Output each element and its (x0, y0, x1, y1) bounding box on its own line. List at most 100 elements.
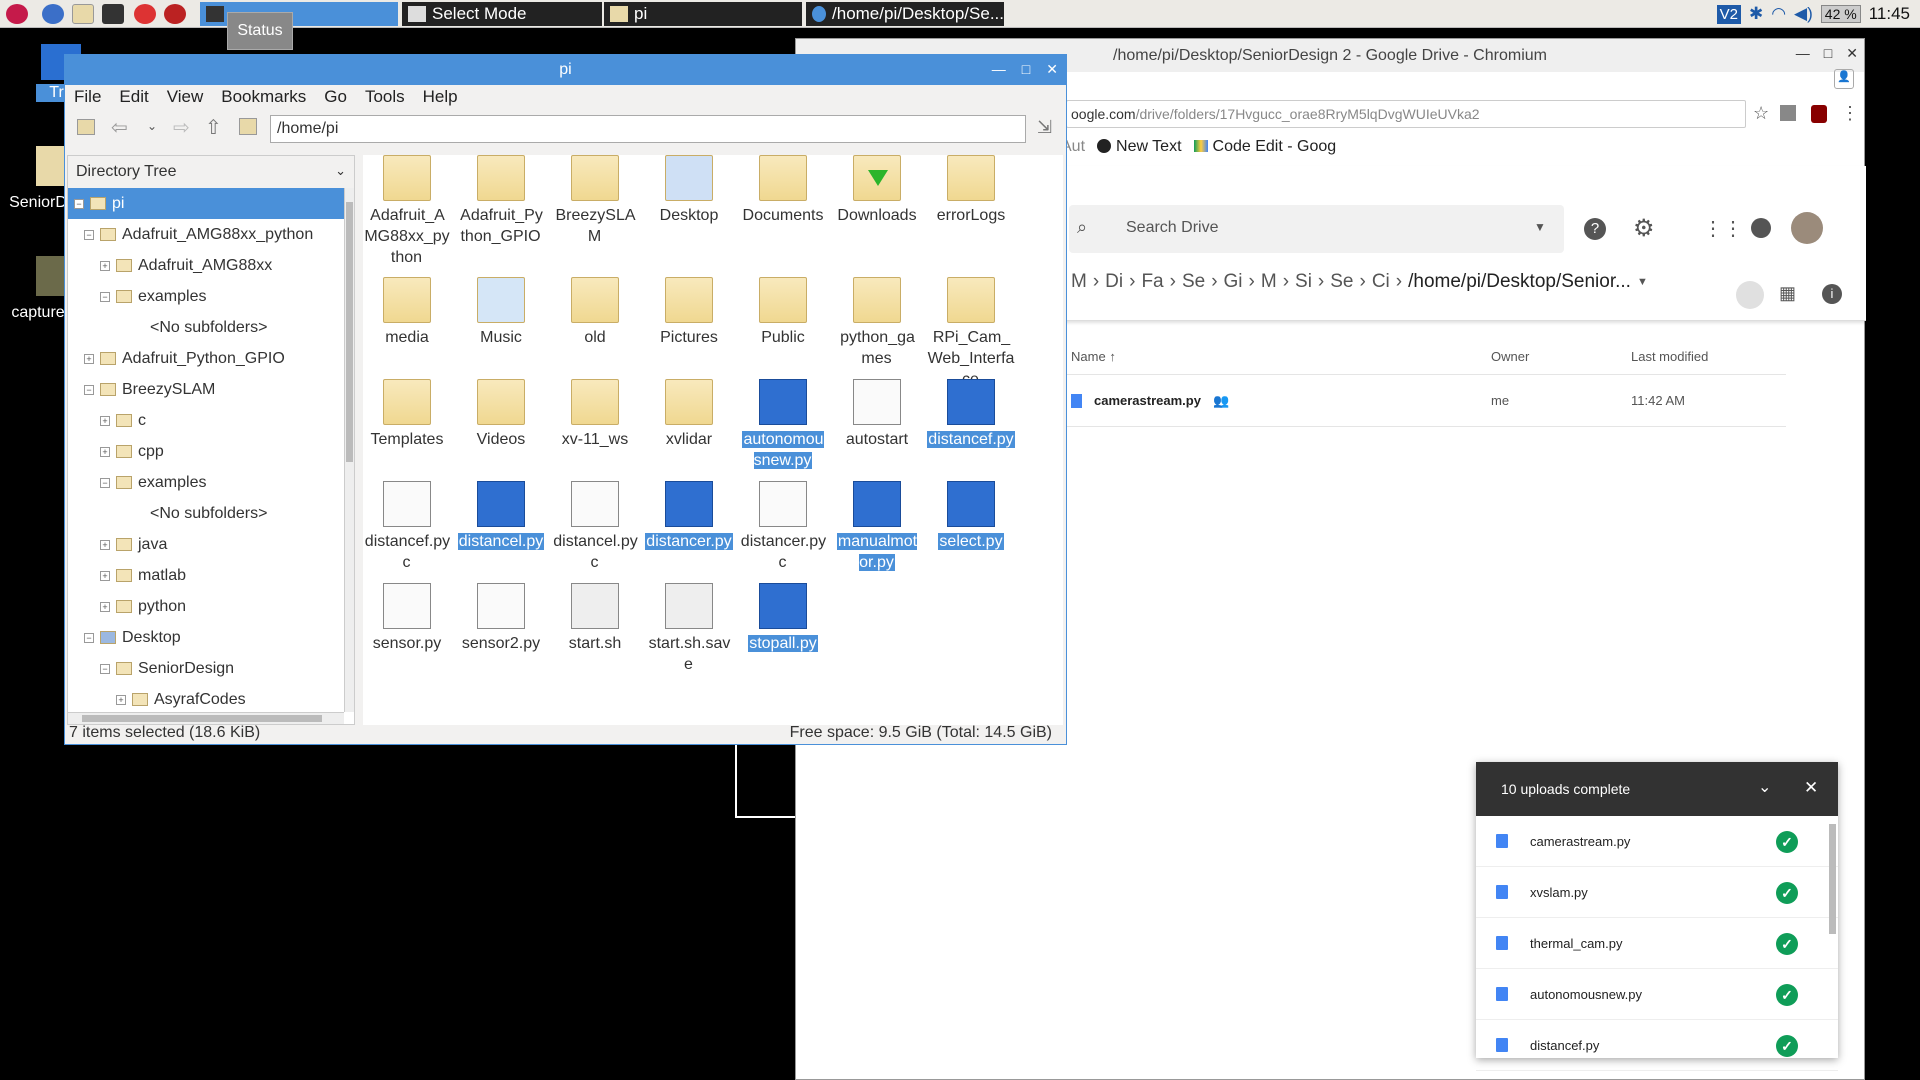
file-item[interactable]: start.sh (551, 583, 639, 654)
table-row[interactable]: camerastream.py 👥 me 11:42 AM (1061, 375, 1786, 427)
file-item[interactable]: Downloads (833, 155, 921, 226)
crumb[interactable]: Ci (1372, 271, 1390, 293)
file-item[interactable]: sensor2.py (457, 583, 545, 654)
search-input[interactable]: Search Drive (1126, 219, 1218, 237)
file-item[interactable]: Adafruit_Python_GPIO (457, 155, 545, 247)
file-item[interactable]: autostart (833, 379, 921, 450)
back-icon[interactable]: ⇦ (111, 115, 128, 140)
file-item[interactable]: BreezySLAM (551, 155, 639, 247)
collapse-icon[interactable]: − (100, 663, 110, 674)
file-item[interactable]: start.sh.save (645, 583, 733, 675)
help-icon[interactable]: ? (1584, 218, 1606, 240)
tree-item[interactable]: − pi (68, 188, 344, 219)
ublock-icon[interactable] (1811, 105, 1827, 123)
expand-icon[interactable]: + (100, 539, 110, 550)
chevron-down-icon[interactable]: ⌄ (335, 163, 346, 179)
close-icon[interactable]: ✕ (1804, 778, 1818, 798)
file-manager-titlebar[interactable]: pi — □ ✕ (65, 55, 1066, 85)
file-item[interactable]: Videos (457, 379, 545, 450)
profile-icon[interactable]: 👤 (1834, 69, 1854, 89)
tree-item[interactable]: + AsyrafCodes (116, 684, 246, 715)
menu-file[interactable]: File (74, 87, 101, 107)
go-icon[interactable]: ⇲ (1037, 117, 1052, 138)
menu-tools[interactable]: Tools (365, 87, 405, 107)
expand-icon[interactable]: + (100, 446, 110, 457)
terminal-icon[interactable] (102, 4, 124, 24)
file-item[interactable]: xvlidar (645, 379, 733, 450)
wifi-icon[interactable]: ◠ (1771, 4, 1786, 24)
volume-icon[interactable]: ◀) (1794, 4, 1813, 24)
minimize-icon[interactable]: — (1796, 45, 1810, 62)
tree-item[interactable]: − SeniorDesign (100, 653, 234, 684)
close-icon[interactable]: ✕ (1846, 45, 1858, 62)
file-item[interactable]: RPi_Cam_Web_Interface (927, 277, 1015, 390)
file-item[interactable]: python_games (833, 277, 921, 369)
file-item[interactable]: select.py (927, 481, 1015, 552)
tree-item[interactable]: + Adafruit_AMG88xx (100, 250, 272, 281)
apps-grid-icon[interactable]: ⋮⋮ (1703, 216, 1743, 241)
history-dropdown-icon[interactable]: ⌄ (147, 119, 157, 133)
home-icon[interactable] (239, 118, 257, 135)
expand-icon[interactable]: + (100, 260, 110, 271)
tree-item[interactable]: − examples (100, 281, 206, 312)
current-folder[interactable]: /home/pi/Desktop/Senior... (1408, 271, 1631, 293)
bookmark-star-icon[interactable]: ☆ (1753, 103, 1769, 124)
menu-edit[interactable]: Edit (119, 87, 148, 107)
crumb[interactable]: Di (1105, 271, 1123, 293)
scroll-thumb[interactable] (346, 202, 353, 462)
file-item[interactable]: Music (457, 277, 545, 348)
file-item[interactable]: sensor.py (363, 583, 451, 654)
collapse-icon[interactable]: − (84, 632, 94, 643)
collapse-icon[interactable]: − (100, 291, 110, 302)
upload-item[interactable]: distancef.py ✓ (1476, 1020, 1838, 1071)
file-item[interactable]: Pictures (645, 277, 733, 348)
avatar[interactable] (1791, 212, 1823, 244)
drive-search-box[interactable]: ⌕ Search Drive ▼ (1069, 205, 1564, 253)
info-icon[interactable]: i (1822, 284, 1842, 304)
expand-icon[interactable]: + (116, 694, 126, 705)
battery-indicator[interactable]: 42 % (1820, 5, 1861, 23)
file-item[interactable]: distancer.pyc (739, 481, 827, 573)
expand-icon[interactable]: + (100, 415, 110, 426)
up-icon[interactable]: ⇧ (205, 115, 222, 140)
forward-icon[interactable]: ⇨ (173, 115, 190, 140)
task-chromium[interactable]: /home/pi/Desktop/Se... (806, 2, 1004, 26)
upload-item[interactable]: thermal_cam.py ✓ (1476, 918, 1838, 969)
file-item[interactable]: Public (739, 277, 827, 348)
minimize-icon[interactable]: — (992, 61, 1006, 78)
scroll-thumb[interactable] (82, 715, 322, 722)
crumb[interactable]: Gi (1224, 271, 1243, 293)
search-icon[interactable]: ⌕ (1077, 217, 1087, 238)
file-item[interactable]: distancer.py (645, 481, 733, 552)
crumb[interactable]: M (1261, 271, 1277, 293)
crumb[interactable]: M (1071, 271, 1087, 293)
vnc-icon[interactable]: V2 (1716, 4, 1741, 24)
tree-item[interactable]: + java (100, 529, 167, 560)
maximize-icon[interactable]: □ (1824, 45, 1832, 62)
tree-item[interactable]: − Desktop (84, 622, 181, 653)
file-item[interactable]: Desktop (645, 155, 733, 226)
path-input[interactable]: /home/pi (270, 115, 1026, 143)
task-pi[interactable]: pi (604, 2, 802, 26)
address-bar[interactable]: oogle.com/drive/folders/17Hvgucc_orae8Rr… (1066, 100, 1746, 128)
web-browser-icon[interactable] (42, 4, 64, 24)
file-item[interactable]: xv-11_ws (551, 379, 639, 450)
settings-icon[interactable]: ⚙ (1633, 214, 1655, 243)
tree-item[interactable]: + c (100, 405, 146, 436)
tree-item[interactable]: + matlab (100, 560, 186, 591)
menu-dots-icon[interactable]: ⋮ (1841, 103, 1859, 124)
file-item[interactable]: distancel.pyc (551, 481, 639, 573)
file-item[interactable]: Adafruit_AMG88xx_python (363, 155, 451, 268)
file-item[interactable]: distancef.pyc (363, 481, 451, 573)
menu-go[interactable]: Go (324, 87, 347, 107)
menu-help[interactable]: Help (423, 87, 458, 107)
bookmark-new-text[interactable]: New Text (1097, 138, 1182, 156)
file-item[interactable]: Documents (739, 155, 827, 226)
extension-icon[interactable] (1780, 105, 1796, 121)
bookmark-code-edit[interactable]: Code Edit - Goog (1193, 138, 1336, 156)
clock[interactable]: 11:45 (1869, 4, 1910, 24)
expand-icon[interactable]: + (100, 601, 110, 612)
collapse-icon[interactable]: − (84, 229, 94, 240)
upload-item[interactable]: autonomousnew.py ✓ (1476, 969, 1838, 1020)
upload-item[interactable]: xvslam.py ✓ (1476, 867, 1838, 918)
